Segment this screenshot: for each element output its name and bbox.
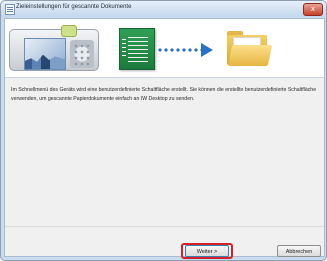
next-button[interactable]: Weiter > [185,245,229,257]
cancel-button[interactable]: Abbrechen [277,245,321,257]
close-button[interactable]: x [303,3,323,16]
arrow-icon [157,43,215,57]
document-lines [128,37,148,63]
device-highlight [61,25,77,37]
arrow-head [201,43,213,57]
folder-front [227,45,273,66]
banner-illustration [5,19,324,77]
folder-icon [227,31,273,67]
window-title: Zieleinstellungen für gescannte Dokument… [16,4,132,10]
device-control-panel [70,40,94,68]
device-body [9,29,99,71]
wizard-content: Im Schnellmenü des Geräts wird eine benu… [4,18,325,257]
device-icon [9,23,103,73]
document-icon [119,28,155,70]
device-screen [24,38,66,70]
app-icon [5,4,15,15]
description-text: Im Schnellmenü des Geräts wird eine benu… [11,87,317,102]
arrow-dots [157,48,201,52]
title-bar: Zieleinstellungen für gescannte Dokument… [1,1,326,17]
wizard-window: Zieleinstellungen für gescannte Dokument… [0,0,327,261]
